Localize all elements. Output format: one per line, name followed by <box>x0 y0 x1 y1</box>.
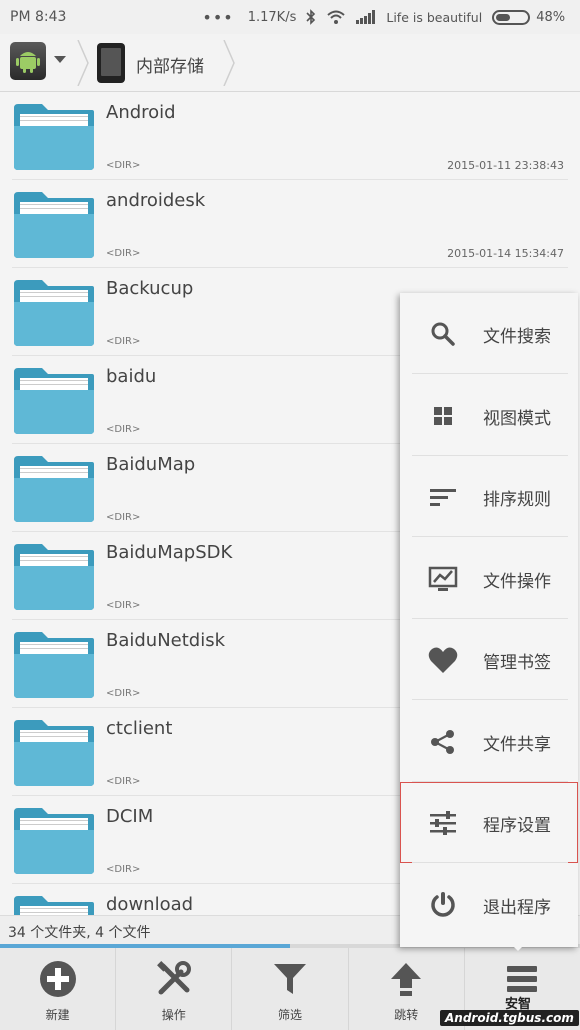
breadcrumb-internal-storage[interactable]: 内部存储 <box>136 52 204 77</box>
share-icon <box>428 727 458 757</box>
power-icon <box>428 890 458 920</box>
status-dots: ••• <box>202 7 234 27</box>
breadcrumb-separator-icon <box>223 40 235 86</box>
watermark-text: Android.tgbus.com <box>440 1010 579 1026</box>
status-bar: PM 8:43 ••• 1.17K/s Life is beautiful 48… <box>0 0 580 34</box>
new-button[interactable]: 新建 <box>0 948 117 1030</box>
file-row[interactable]: androidesk <DIR> 2015-01-14 15:34:47 <box>0 180 580 268</box>
bluetooth-icon <box>306 9 316 25</box>
signal-icon <box>356 10 376 24</box>
menu-item-label: 管理书签 <box>483 653 551 673</box>
menu-item-bookmarks[interactable]: 管理书签 <box>400 619 578 700</box>
popup-menu: 文件搜索视图模式排序规则文件操作管理书签文件共享程序设置退出程序 <box>400 293 578 947</box>
toolbar-label: 操作 <box>161 1008 186 1022</box>
network-speed: 1.17K/s <box>247 9 297 25</box>
android-icon <box>16 52 40 73</box>
menu-item-label: 退出程序 <box>483 897 551 918</box>
filter-icon <box>274 964 306 994</box>
menu-item-label: 文件搜索 <box>483 327 551 347</box>
sliders-icon <box>428 808 458 838</box>
toolbar-label: 筛选 <box>278 1008 303 1022</box>
menu-item-label: 视图模式 <box>483 408 551 429</box>
operate-button[interactable]: 操作 <box>116 948 233 1030</box>
file-type: <DIR> <box>106 864 141 875</box>
file-type: <DIR> <box>106 776 141 787</box>
menu-item-settings[interactable]: 程序设置 <box>400 782 578 863</box>
menu-item-view-mode[interactable]: 视图模式 <box>400 375 578 456</box>
file-date: 2015-01-14 15:34:47 <box>447 247 564 260</box>
sort-icon <box>428 482 458 512</box>
file-name: download <box>106 894 194 915</box>
menu-pointer <box>509 942 527 951</box>
menu-item-file-share[interactable]: 文件共享 <box>400 701 578 782</box>
toolbar-label: 跳转 <box>394 1008 419 1022</box>
file-type: <DIR> <box>106 600 141 611</box>
heart-icon <box>428 645 458 675</box>
chevron-down-icon[interactable] <box>54 56 66 63</box>
folder-icon <box>14 632 94 698</box>
file-name: Backucup <box>106 278 194 299</box>
menu-item-exit[interactable]: 退出程序 <box>400 864 578 945</box>
tools-icon <box>156 961 191 995</box>
menu-item-label: 文件共享 <box>483 734 551 755</box>
arrow-up-icon <box>391 963 422 996</box>
menu-item-label: 排序规则 <box>483 490 551 510</box>
folder-icon <box>14 808 94 874</box>
folder-icon <box>14 544 94 610</box>
battery-percent: 48% <box>536 9 566 25</box>
file-name: androidesk <box>106 190 206 211</box>
file-name: BaiduMap <box>106 454 196 475</box>
phone-storage-icon[interactable] <box>97 43 125 83</box>
grid-icon <box>428 401 458 431</box>
folder-icon <box>14 192 94 258</box>
plus-icon <box>39 961 76 997</box>
search-icon <box>428 319 458 349</box>
menu-item-sort-rules[interactable]: 排序规则 <box>400 456 578 537</box>
wifi-icon <box>326 10 346 25</box>
folder-icon <box>14 896 94 915</box>
file-type: <DIR> <box>106 248 141 259</box>
menu-item-file-search[interactable]: 文件搜索 <box>400 293 578 374</box>
toolbar-label: 新建 <box>45 1008 70 1022</box>
menu-item-label: 程序设置 <box>483 816 551 836</box>
folder-icon <box>14 280 94 346</box>
file-name: DCIM <box>106 806 154 827</box>
file-name: Android <box>106 102 176 123</box>
status-time: PM 8:43 <box>10 9 67 25</box>
file-name: ctclient <box>106 718 173 739</box>
menu-item-file-operations[interactable]: 文件操作 <box>400 538 578 619</box>
folder-icon <box>14 720 94 786</box>
file-type: <DIR> <box>106 160 141 171</box>
file-type: <DIR> <box>106 512 141 523</box>
battery-icon <box>492 9 531 25</box>
file-name: BaiduMapSDK <box>106 542 233 563</box>
file-type: <DIR> <box>106 688 141 699</box>
folder-icon <box>14 368 94 434</box>
folder-icon <box>14 104 94 170</box>
path-bar: 内部存储 <box>0 34 580 92</box>
menu-item-label: 文件操作 <box>483 571 551 592</box>
file-name: BaiduNetdisk <box>106 630 226 651</box>
file-type: <DIR> <box>106 424 141 435</box>
carrier-text: Life is beautiful <box>386 9 483 25</box>
file-type: <DIR> <box>106 336 141 347</box>
filter-button[interactable]: 筛选 <box>232 948 349 1030</box>
file-name: baidu <box>106 366 157 387</box>
breadcrumb-separator-icon <box>77 40 89 86</box>
file-row[interactable]: Android <DIR> 2015-01-11 23:38:43 <box>0 92 580 180</box>
chart-icon <box>428 564 458 594</box>
folder-icon <box>14 456 94 522</box>
file-date: 2015-01-11 23:38:43 <box>447 159 564 172</box>
storage-selector-button[interactable] <box>10 42 46 80</box>
